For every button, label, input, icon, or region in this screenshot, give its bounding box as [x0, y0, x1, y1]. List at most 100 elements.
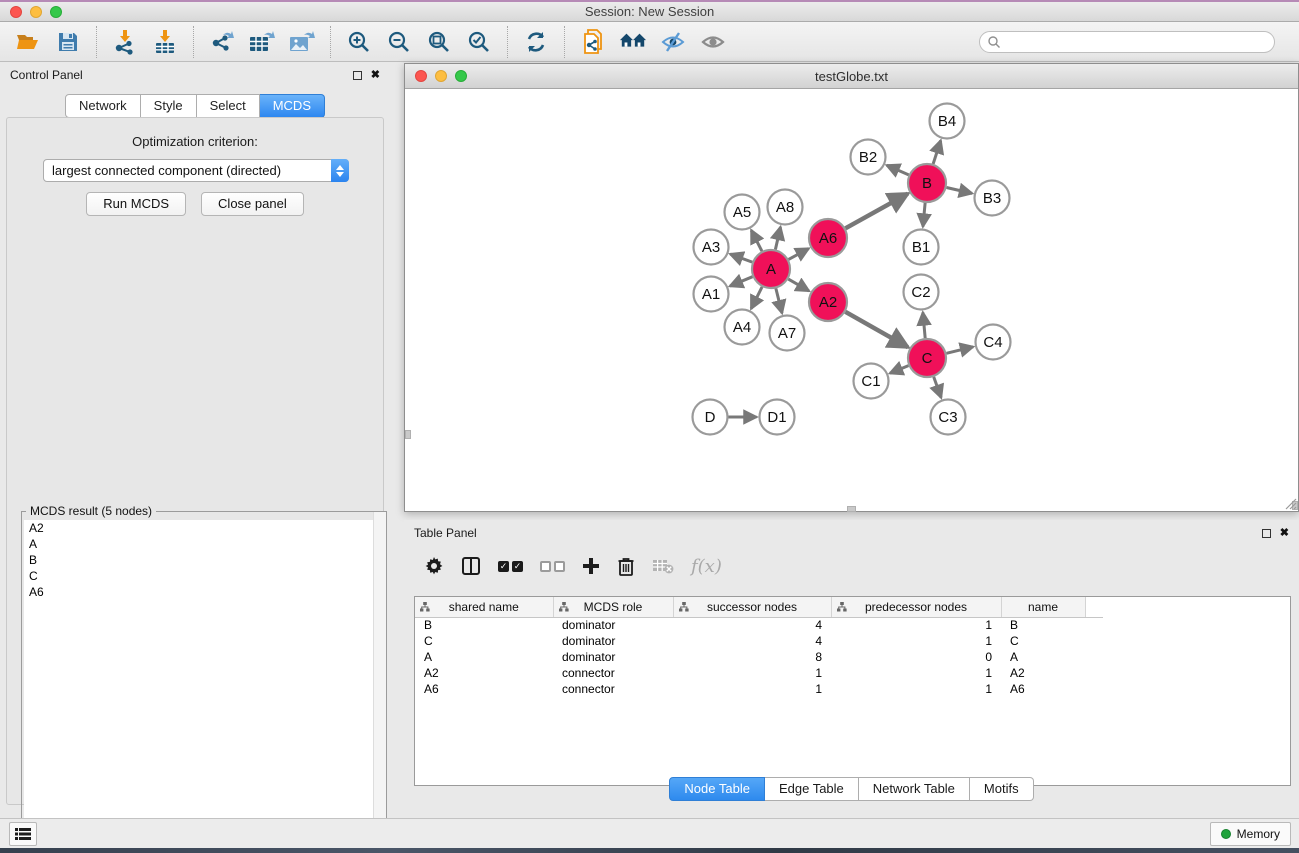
cell-shared-name[interactable]: A2 [415, 665, 553, 681]
tab-network-table[interactable]: Network Table [859, 777, 970, 801]
vertical-scroll-hint[interactable] [405, 430, 411, 439]
hide-graphics-details-icon[interactable] [659, 28, 687, 56]
node-B3[interactable]: B3 [975, 181, 1010, 216]
network-canvas[interactable]: B4B2BB3B1A5A8A6A3AA1A4A7A2C2CC4C1C3DD1 [405, 89, 1298, 511]
cell-successor-nodes[interactable]: 8 [673, 649, 831, 665]
result-item[interactable]: B [24, 552, 384, 568]
delete-column-icon[interactable] [617, 556, 635, 576]
tab-node-table[interactable]: Node Table [669, 777, 765, 801]
column-header-shared-name[interactable]: shared name [415, 597, 553, 617]
zoom-out-icon[interactable] [385, 28, 413, 56]
cell-shared-name[interactable]: A6 [415, 681, 553, 697]
cell-successor-nodes[interactable]: 1 [673, 665, 831, 681]
save-icon[interactable] [54, 28, 82, 56]
node-C4[interactable]: C4 [976, 325, 1011, 360]
export-network-icon[interactable] [208, 28, 236, 56]
cell-MCDS-role[interactable]: dominator [553, 617, 673, 633]
cell-name[interactable]: C [1001, 633, 1085, 649]
cell-successor-nodes[interactable]: 1 [673, 681, 831, 697]
cell-predecessor-nodes[interactable]: 1 [831, 633, 1001, 649]
column-header-predecessor-nodes[interactable]: predecessor nodes [831, 597, 1001, 617]
cell-shared-name[interactable]: B [415, 617, 553, 633]
edge-A-A6[interactable] [789, 249, 809, 260]
add-column-icon[interactable] [582, 557, 600, 575]
cell-name[interactable]: A2 [1001, 665, 1085, 681]
result-item[interactable]: A2 [24, 520, 384, 536]
close-panel-icon[interactable]: ✖ [371, 70, 380, 81]
tab-edge-table[interactable]: Edge Table [765, 777, 859, 801]
cell-MCDS-role[interactable]: dominator [553, 633, 673, 649]
tab-style[interactable]: Style [141, 94, 197, 118]
result-item[interactable]: A [24, 536, 384, 552]
edge-A-A1[interactable] [730, 277, 753, 286]
task-history-button[interactable] [9, 822, 37, 846]
export-table-icon[interactable] [248, 28, 276, 56]
show-graphics-details-icon[interactable] [699, 28, 727, 56]
edge-A-A3[interactable] [730, 254, 752, 262]
close-panel-button[interactable]: Close panel [201, 192, 304, 216]
cell-successor-nodes[interactable]: 4 [673, 617, 831, 633]
export-image-icon[interactable] [288, 28, 316, 56]
node-D1[interactable]: D1 [760, 400, 795, 435]
node-B2[interactable]: B2 [851, 140, 886, 175]
node-B4[interactable]: B4 [930, 104, 965, 139]
edge-A-A2[interactable] [788, 279, 809, 291]
zoom-selected-icon[interactable] [465, 28, 493, 56]
node-A6[interactable]: A6 [809, 219, 847, 257]
edge-B-B2[interactable] [887, 165, 909, 175]
column-header-successor-nodes[interactable]: successor nodes [673, 597, 831, 617]
node-A7[interactable]: A7 [770, 316, 805, 351]
edge-A-A7[interactable] [776, 288, 782, 313]
float-table-panel-icon[interactable] [1262, 529, 1271, 538]
network-graph[interactable]: B4B2BB3B1A5A8A6A3AA1A4A7A2C2CC4C1C3DD1 [405, 89, 1298, 511]
edge-B-B3[interactable] [946, 187, 972, 193]
node-table-container[interactable]: shared nameMCDS rolesuccessor nodesprede… [414, 596, 1291, 786]
float-panel-icon[interactable] [353, 71, 362, 80]
result-scrollbar[interactable] [373, 512, 386, 850]
node-A[interactable]: A [752, 250, 790, 288]
show-columns-icon[interactable] [461, 556, 481, 576]
node-B[interactable]: B [908, 164, 946, 202]
cell-predecessor-nodes[interactable]: 0 [831, 649, 1001, 665]
tab-select[interactable]: Select [197, 94, 260, 118]
edge-C-C1[interactable] [890, 366, 909, 374]
node-A5[interactable]: A5 [725, 195, 760, 230]
zoom-fit-icon[interactable] [425, 28, 453, 56]
optimization-criterion-select[interactable]: largest connected component (directed) [43, 159, 349, 182]
open-folder-icon[interactable] [14, 28, 42, 56]
cell-name[interactable]: B [1001, 617, 1085, 633]
node-A8[interactable]: A8 [768, 190, 803, 225]
edge-A-A8[interactable] [775, 227, 780, 249]
cell-successor-nodes[interactable]: 4 [673, 633, 831, 649]
node-D[interactable]: D [693, 400, 728, 435]
cell-predecessor-nodes[interactable]: 1 [831, 681, 1001, 697]
table-row[interactable]: Adominator80A [415, 649, 1103, 665]
tab-motifs[interactable]: Motifs [970, 777, 1034, 801]
node-A1[interactable]: A1 [694, 277, 729, 312]
mcds-result-list[interactable]: A2ABCA6 [24, 520, 384, 848]
search-field[interactable] [979, 31, 1275, 53]
cell-MCDS-role[interactable]: connector [553, 681, 673, 697]
edge-A2-C[interactable] [845, 312, 907, 347]
settings-gear-icon[interactable] [424, 556, 444, 576]
edge-C-C4[interactable] [946, 347, 973, 353]
result-item[interactable]: A6 [24, 584, 384, 600]
table-row[interactable]: Bdominator41B [415, 617, 1103, 633]
node-A3[interactable]: A3 [694, 230, 729, 265]
edge-C-C2[interactable] [923, 312, 925, 338]
edge-B-B4[interactable] [933, 141, 941, 164]
tab-mcds[interactable]: MCDS [260, 94, 325, 118]
resize-grip[interactable] [1284, 497, 1297, 510]
search-input[interactable] [1001, 33, 1274, 51]
edge-A6-B[interactable] [845, 194, 907, 229]
cell-MCDS-role[interactable]: connector [553, 665, 673, 681]
node-A4[interactable]: A4 [725, 310, 760, 345]
edge-B-B1[interactable] [923, 203, 925, 227]
tab-network[interactable]: Network [65, 94, 141, 118]
cell-MCDS-role[interactable]: dominator [553, 649, 673, 665]
node-C2[interactable]: C2 [904, 275, 939, 310]
column-header-name[interactable]: name [1001, 597, 1085, 617]
close-table-panel-icon[interactable]: ✖ [1280, 528, 1289, 539]
table-row[interactable]: A2connector11A2 [415, 665, 1103, 681]
cell-predecessor-nodes[interactable]: 1 [831, 617, 1001, 633]
